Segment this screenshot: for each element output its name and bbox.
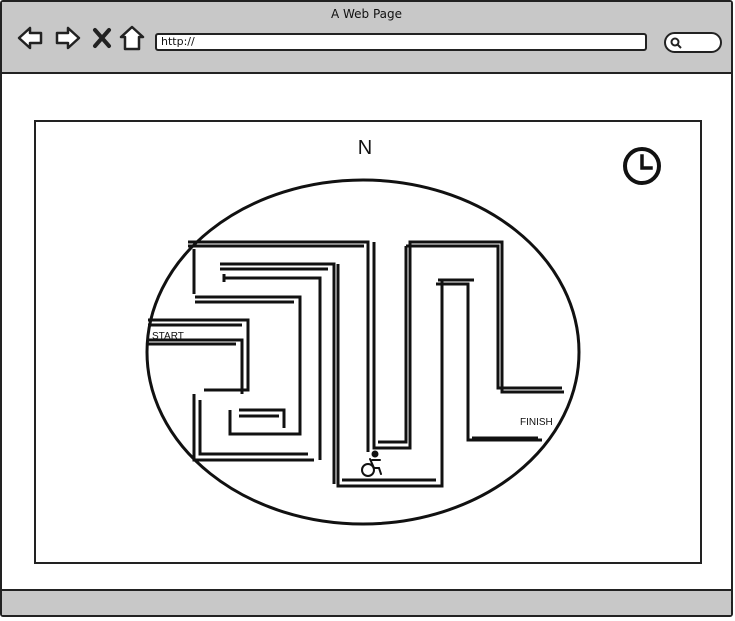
status-bar: [2, 589, 731, 615]
start-label: START: [152, 331, 184, 342]
browser-window: A Web Page http:// N START FINISH: [0, 0, 733, 617]
maze-walls: [148, 240, 564, 488]
wheelchair-icon[interactable]: [361, 450, 382, 477]
clock-icon[interactable]: [623, 147, 661, 185]
finish-label: FINISH: [520, 417, 553, 428]
compass-label: N: [358, 137, 372, 159]
maze-map: N START FINISH: [145, 137, 732, 613]
